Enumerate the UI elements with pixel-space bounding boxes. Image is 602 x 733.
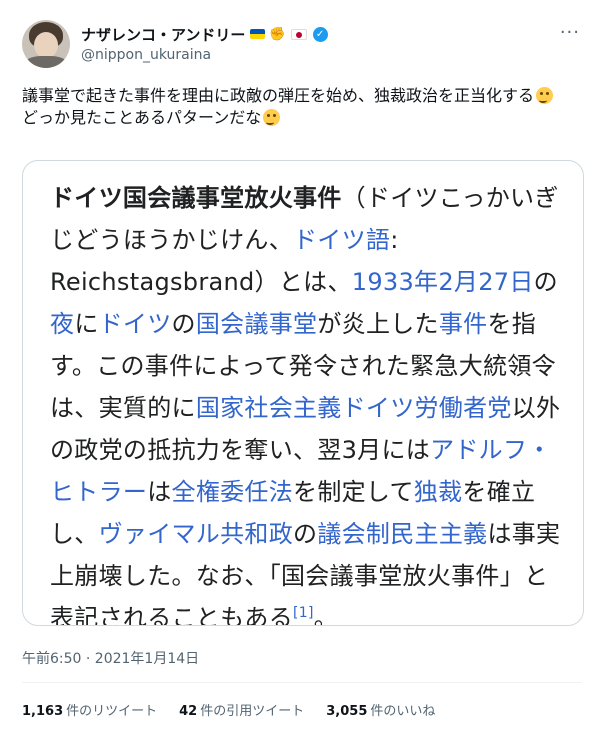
link-weimar: ヴァイマル共和政	[98, 520, 294, 548]
link-german: ドイツ語	[293, 226, 391, 254]
verified-badge-icon: ✓	[312, 26, 328, 42]
japan-flag-icon	[290, 28, 307, 40]
author-avatar[interactable]	[22, 20, 70, 68]
author-name-row[interactable]: ナザレンコ・アンドリー ✊ ✓	[81, 24, 328, 44]
engagement-stats: 1,163 件のリツイート 42 件の引用ツイート 3,055 件のいいね	[22, 700, 435, 719]
ukraine-flag-icon	[250, 29, 266, 39]
quote-tweets-count: 42	[179, 704, 198, 719]
likes-stat[interactable]: 3,055 件のいいね	[326, 700, 435, 719]
link-night: 夜	[50, 310, 75, 338]
wikipedia-excerpt: ドイツ国会議事堂放火事件（ドイツこっかいぎじどうほうかじけん、ドイツ語: Rei…	[50, 177, 561, 626]
retweets-stat[interactable]: 1,163 件のリツイート	[22, 700, 157, 719]
link-incident: 事件	[438, 310, 488, 338]
wiki-text: に	[74, 310, 99, 338]
link-parliamentary-democracy: 議会制民主主義	[317, 520, 488, 548]
tweet-text: 議事堂で起きた事件を理由に政敵の弾圧を始め、独裁政治を正当化する どっか見たこと…	[22, 85, 582, 129]
tweet-line-2: どっか見たことあるパターンだな	[22, 107, 582, 129]
retweets-count: 1,163	[22, 704, 64, 719]
avatar-body	[24, 56, 68, 68]
avatar-face	[34, 32, 58, 58]
wiki-text: の	[171, 310, 196, 338]
tweet-line-2-text: どっか見たことあるパターンだな	[22, 108, 262, 127]
wiki-text: を制定して	[293, 478, 414, 506]
handshake-icon: ✊	[269, 26, 286, 42]
tweet-line-1: 議事堂で起きた事件を理由に政敵の弾圧を始め、独裁政治を正当化する	[22, 85, 582, 107]
wiki-text: の	[293, 520, 318, 548]
author-handle[interactable]: @nippon_ukuraina	[81, 47, 211, 63]
quote-tweets-stat[interactable]: 42 件の引用ツイート	[179, 700, 304, 719]
wiki-text: 。	[313, 604, 339, 626]
author-name[interactable]: ナザレンコ・アンドリー	[81, 24, 245, 45]
reference-link: [1]	[293, 605, 314, 621]
wiki-text: の	[533, 268, 558, 296]
tweet-timestamp[interactable]: 午前6:50 · 2021年1月14日	[22, 648, 199, 668]
thinking-face-icon	[536, 87, 554, 104]
link-dictatorship: 独裁	[413, 478, 463, 506]
more-options-icon[interactable]: ···	[560, 22, 580, 43]
link-reichstag: 国会議事堂	[195, 310, 318, 338]
link-nsdap: 国家社会主義ドイツ労働者党	[195, 394, 512, 422]
wiki-text: は	[147, 478, 172, 506]
divider	[22, 682, 582, 683]
attached-image-card[interactable]: ドイツ国会議事堂放火事件（ドイツこっかいぎじどうほうかじけん、ドイツ語: Rei…	[22, 160, 584, 626]
thinking-face-icon	[263, 109, 281, 126]
likes-count: 3,055	[326, 704, 368, 719]
link-enabling-act: 全権委任法	[171, 478, 294, 506]
quote-tweets-label: 件の引用ツイート	[200, 704, 305, 719]
link-date: 1933年2月27日	[351, 268, 534, 296]
link-germany: ドイツ	[98, 310, 172, 338]
wiki-title: ドイツ国会議事堂放火事件	[50, 184, 342, 212]
likes-label: 件のいいね	[370, 704, 436, 719]
tweet-line-1-text: 議事堂で起きた事件を理由に政敵の弾圧を始め、独裁政治を正当化する	[22, 86, 535, 105]
retweets-label: 件のリツイート	[66, 704, 158, 719]
wiki-text: が炎上した	[317, 310, 439, 338]
